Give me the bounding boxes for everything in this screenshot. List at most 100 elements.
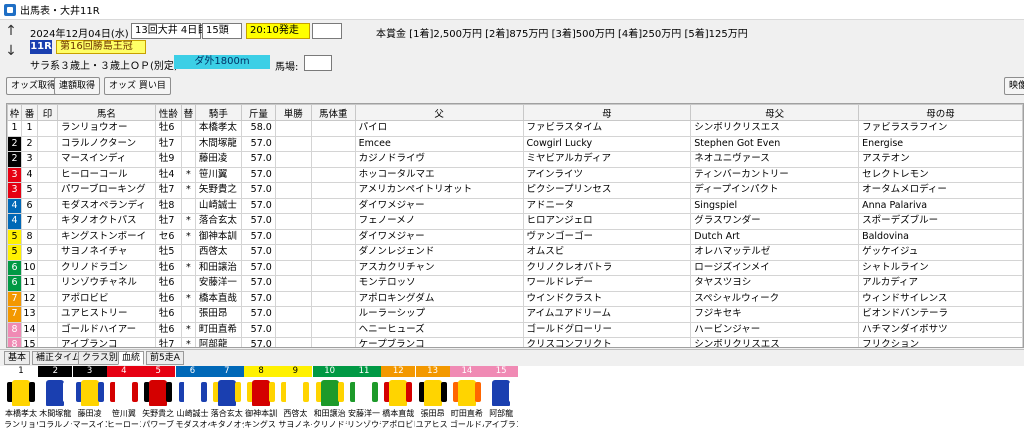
silk-item[interactable]: 12 橋本直哉アポロビビ (381, 366, 416, 432)
odds-buy-button[interactable]: オッズ 買い目 (104, 77, 171, 95)
silk-item[interactable]: 4 笹川翼ヒーローコ (106, 366, 141, 432)
track-condition-field[interactable] (304, 55, 332, 71)
column-header[interactable]: 枠 (7, 104, 22, 121)
cell-mark (36, 213, 58, 230)
silk-item[interactable]: 13 張田昂ユアヒスト (415, 366, 450, 432)
column-header[interactable]: 印 (36, 104, 58, 121)
cell-num: 13 (20, 306, 38, 323)
cell-sex: 牡4 (154, 166, 182, 183)
silk-item[interactable]: 6 山崎誠士モダスオペ (175, 366, 210, 432)
table-row[interactable]: 3 4 ヒーローコール 牡4 * 笹川翼 57.0 ホッコータルマエ アインライツ ティンバーカン… (7, 166, 1023, 183)
cell-dam: アドニータ (522, 197, 692, 214)
silk-item[interactable]: 14 町田直希ゴールドハ (449, 366, 484, 432)
cell-sex: セ6 (154, 228, 182, 245)
cell-sire: アポロキングダム (354, 290, 524, 307)
table-row[interactable]: 2 2 コラルノクターン 牡7 木間塚龍 57.0 Emcee Cowgirl Lucky St… (7, 135, 1023, 152)
silk-item[interactable]: 15 阿部龍アイブラン (484, 366, 519, 432)
column-header[interactable]: 母の母 (858, 104, 1023, 121)
silk-jockey: 落合玄太 (210, 409, 243, 418)
silk-item[interactable]: 2 木間塚龍コラルノク (38, 366, 73, 432)
tab-adjusted-time[interactable]: 補正タイム (32, 351, 85, 365)
column-header[interactable]: 馬名 (56, 104, 156, 121)
column-header[interactable]: 父 (354, 104, 524, 121)
table-row[interactable]: 4 6 モダスオペランディ 牡8 山崎誠士 57.0 ダイワメジャー アドニータ Singspi… (7, 197, 1023, 214)
prev-race-button[interactable]: ↑ (4, 23, 18, 41)
tab-basic[interactable]: 基本 (4, 351, 31, 365)
jockey-silk-icon (487, 378, 516, 408)
silk-horse: ユアヒスト (415, 420, 450, 429)
window-title: 出馬表・大井11R (20, 6, 100, 17)
cell-kin: 57.0 (240, 182, 276, 199)
cell-num: 5 (20, 182, 38, 199)
column-header[interactable]: 母父 (690, 104, 860, 121)
table-row[interactable]: 2 3 マースインディ 牡9 藤田凌 57.0 カジノドライヴ ミヤビアルカディア ネオユニヴァ… (7, 151, 1023, 168)
table-row[interactable]: 3 5 パワーブローキング 牡7 * 矢野貴之 57.0 アメリカンペイトリオット ピクシープリ… (7, 182, 1023, 199)
cell-bms: グラスワンダー (690, 213, 860, 230)
cell-kin: 57.0 (240, 228, 276, 245)
cell-name: ヒーローコール (56, 166, 156, 183)
table-row[interactable]: 8 14 ゴールドハイアー 牡6 * 町田直希 57.0 ヘニーヒューズ ゴールドグローリー ハー… (7, 321, 1023, 338)
table-row[interactable]: 6 10 クリノドラゴン 牡6 * 和田譲治 57.0 アスカクリチャン クリノクレオパトラ ロー… (7, 259, 1023, 276)
jockey-silk-icon (144, 378, 173, 408)
column-header[interactable]: 性齢 (154, 104, 182, 121)
cell-kae (180, 151, 196, 168)
cell-sex: 牡6 (154, 120, 182, 137)
column-header[interactable]: 替 (180, 104, 196, 121)
silk-item[interactable]: 5 矢野貴之 パワーブ (141, 366, 176, 432)
column-header[interactable]: 騎手 (194, 104, 242, 121)
runners-field: 15頭 (202, 23, 242, 39)
race-conditions: サラ系３歳上・３歳上ＯＰ(別定) (30, 61, 178, 72)
cell-kae: * (180, 290, 196, 307)
column-header[interactable]: 単勝 (274, 104, 312, 121)
cell-dam: ワールドレデー (522, 275, 692, 292)
table-row[interactable]: 5 9 サヨノネイチャ 牡5 西啓太 57.0 ダノンレジェンド オムスビ オレハマッテルゼ ゲッ… (7, 244, 1023, 261)
cell-bms: Stephen Got Even (690, 135, 860, 152)
column-header[interactable]: 番 (20, 104, 38, 121)
cell-sex: 牡6 (154, 306, 182, 323)
cell-mm: ビオンドバンテーラ (858, 306, 1023, 323)
cell-dam: アインライツ (522, 166, 692, 183)
table-row[interactable]: 7 13 ユアヒストリー 牡6 張田昂 57.0 ルーラーシップ アイムユアドリーム フジキセキ… (7, 306, 1023, 323)
cell-dam: オムスビ (522, 244, 692, 261)
renpo-get-button[interactable]: 連額取得 (54, 77, 101, 95)
cell-weight (310, 228, 356, 245)
silk-jockey: 御神本訓 (245, 409, 278, 418)
jockey-silk-icon (212, 378, 241, 408)
tab-last5[interactable]: 前5走A (146, 351, 184, 365)
silk-item[interactable]: 10 和田譲治クリノドラ (312, 366, 347, 432)
table-row[interactable]: 1 1 ランリョウオー 牡6 本橋孝太 58.0 パイロ ファビラスタイム シンボリクリスエスフ… (7, 120, 1023, 137)
silk-number: 12 (381, 366, 416, 377)
cell-waku: 6 (7, 275, 22, 292)
prize-money: 本賞金 [1着]2,500万円 [2着]875万円 [3着]500万円 [4着]… (376, 29, 748, 40)
silk-item[interactable]: 3 藤田凌マースイン (72, 366, 107, 432)
silk-item[interactable]: 9 西啓太サヨノネイ (278, 366, 313, 432)
column-header[interactable]: 馬体重 (310, 104, 356, 121)
cell-mark (36, 321, 58, 338)
cell-jockey: 西啓太 (194, 244, 242, 261)
silk-jockey: 西啓太 (283, 409, 308, 418)
table-row[interactable]: 5 8 キングストンボーイ セ6 * 御神本訓 57.0 ダイワメジャー ヴァンゴーゴー Dutc… (7, 228, 1023, 245)
column-header[interactable]: 斤量 (240, 104, 276, 121)
jockey-silk-icon (384, 378, 413, 408)
cell-dam: Cowgirl Lucky (522, 135, 692, 152)
table-row[interactable]: 7 12 アポロビビ 牡6 * 橋本直哉 57.0 アポロキングダム ウインドクラスト スペシャル… (7, 290, 1023, 307)
table-row[interactable]: 6 11 リンゾウチャネル 牡6 安藤洋一 57.0 モンテロッソ ワールドレデー タヤスツヨシ… (7, 275, 1023, 292)
cell-dam: ゴールドグローリー (522, 321, 692, 338)
silk-item[interactable]: 7 落合玄太キタノオク (209, 366, 244, 432)
next-race-button[interactable]: ↓ (4, 43, 18, 61)
table-row[interactable]: 4 7 キタノオクトパス 牡7 * 落合玄太 57.0 フェノーメノ ヒロアンジェロ グラスワンダ… (7, 213, 1023, 230)
video-button[interactable]: 映像 (1004, 77, 1024, 95)
cell-sex: 牡9 (154, 151, 182, 168)
tab-pedigree[interactable]: 血統 (118, 351, 145, 365)
silk-item[interactable]: 1 本橋孝太ランリョウ (4, 366, 38, 432)
course-badge: ダ外1800m (174, 55, 270, 69)
table-row[interactable]: 8 15 アイブランコ 牡7 * 阿部龍 57.0 ケープブランコ クリスコンフリクト シンボリク… (7, 337, 1023, 347)
column-header[interactable]: 母 (522, 104, 692, 121)
silk-item[interactable]: 11 安藤洋一リンゾウチ (347, 366, 381, 432)
odds-get-button[interactable]: オッズ取得 (6, 77, 62, 95)
silk-item[interactable]: 8 御神本訓キングスト (244, 366, 279, 432)
race-date: 2024年12月04日(水) (30, 29, 129, 40)
cell-mark (36, 120, 58, 137)
cell-mm: ファビラスラフイン (858, 120, 1023, 137)
cell-num: 11 (20, 275, 38, 292)
